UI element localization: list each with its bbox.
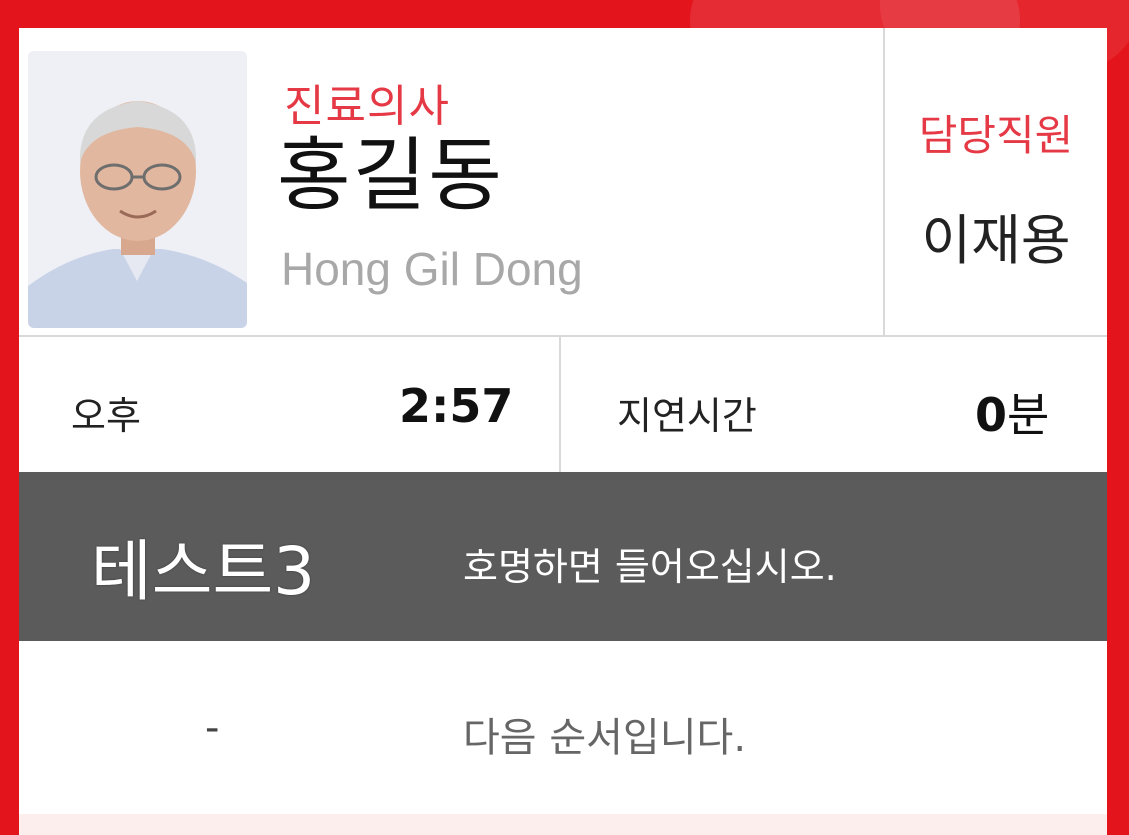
- staff-info-section: 담당직원 이재용: [885, 28, 1107, 337]
- ampm-label: 오후: [71, 394, 141, 438]
- delay-unit: 분: [1007, 388, 1050, 442]
- delay-number: 0: [975, 388, 1008, 442]
- waiting-status-panel: 진료의사 홍길동 Hong Gil Dong 담당직원 이재용 오후 2:57 …: [19, 28, 1107, 835]
- next-patient-name: -: [205, 705, 220, 751]
- next-patient-row: - 다음 순서입니다.: [19, 641, 1107, 814]
- clock-value: 2:57: [399, 379, 514, 433]
- bottom-strip: [19, 814, 1107, 835]
- doctor-photo: [28, 51, 247, 328]
- delay-label: 지연시간: [617, 394, 757, 438]
- current-patient-name: 테스트3: [91, 533, 316, 610]
- staff-label: 담당직원: [918, 111, 1074, 160]
- current-patient-bar: 테스트3 호명하면 들어오십시오.: [19, 472, 1107, 641]
- time-row: 오후 2:57 지연시간 0분: [19, 337, 1107, 472]
- doctor-name: 홍길동: [277, 129, 504, 222]
- doctor-role-label: 진료의사: [284, 81, 450, 132]
- staff-name: 이재용: [921, 209, 1071, 272]
- delay-time-cell: 지연시간 0분: [561, 337, 1107, 472]
- doctor-info-section: 진료의사 홍길동 Hong Gil Dong: [19, 28, 885, 337]
- doctor-name-english: Hong Gil Dong: [281, 243, 583, 295]
- current-patient-message: 호명하면 들어오십시오.: [463, 545, 837, 589]
- delay-value: 0분: [975, 379, 1049, 445]
- next-patient-message: 다음 순서입니다.: [463, 715, 747, 761]
- current-time-cell: 오후 2:57: [19, 337, 561, 472]
